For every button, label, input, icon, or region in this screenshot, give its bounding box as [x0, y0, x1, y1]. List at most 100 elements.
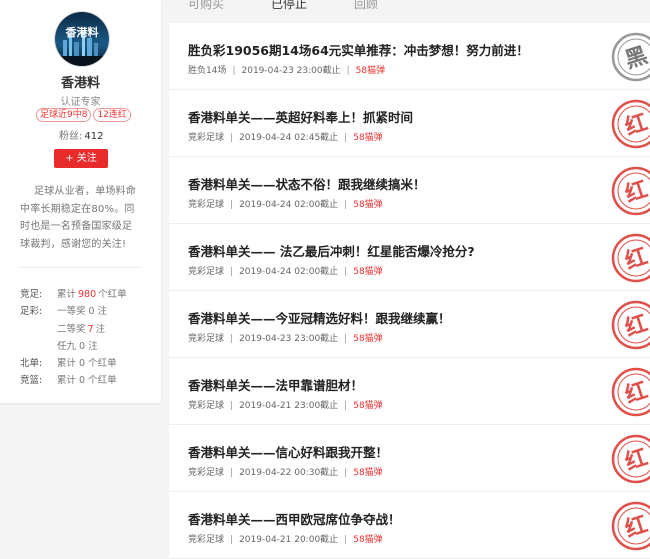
- plan-price: 58猫弹: [353, 200, 383, 210]
- stat-label: 足彩:: [20, 306, 43, 318]
- stat-value: 累计 0 个红单: [57, 375, 117, 387]
- plan-category: 竞彩足球: [188, 401, 225, 411]
- avatar[interactable]: 香港料: [54, 11, 110, 67]
- plan-deadline: 2019-04-21 23:00截止: [239, 401, 339, 411]
- result-stamp-red-icon: 红: [611, 99, 650, 149]
- svg-text:红: 红: [622, 511, 650, 543]
- stat-value: 累计 980 个红单: [57, 289, 127, 300]
- fans-value: 412: [84, 131, 104, 142]
- svg-text:香港料: 香港料: [65, 25, 99, 39]
- plan-title[interactable]: 香港料单关——状态不俗！跟我继续搞米！: [188, 174, 426, 193]
- plan-deadline: 2019-04-22 00:30截止: [239, 468, 339, 478]
- stat-row: 任九 0 注: [20, 338, 127, 355]
- tab-available[interactable]: 可购买: [188, 0, 224, 12]
- status-tabs: 可购买 已停止 回顾: [188, 0, 425, 12]
- list-item[interactable]: 香港料单关——法甲靠谱胆材！ 竞彩足球 | 2019-04-21 23:00截止 | 5…: [169, 358, 650, 425]
- result-stamp-red-icon: 红: [611, 501, 650, 551]
- stat-value: 累计 0 个红单: [57, 358, 117, 370]
- list-item[interactable]: 香港料单关——西甲欧冠席位争夺战！ 竞彩足球 | 2019-04-21 20:00截…: [169, 492, 650, 559]
- fans-label: 粉丝:: [59, 131, 83, 142]
- stat-value: 一等奖 0 注: [57, 306, 108, 318]
- stat-label: 竞足:: [20, 289, 43, 300]
- plan-category: 竞彩足球: [188, 468, 225, 478]
- plan-meta: 竞彩足球 | 2019-04-24 02:00截止 | 58猫弹: [188, 267, 383, 277]
- plan-deadline: 2019-04-24 02:00截止: [239, 267, 339, 277]
- plan-meta: 竞彩足球 | 2019-04-21 23:00截止 | 58猫弹: [188, 401, 383, 411]
- expert-profile-card: 香港料 香港料 认证专家 足球近9中8 12连红 粉丝: 412 + 关注 足球从…: [0, 0, 161, 403]
- plan-meta: 胜负14场 | 2019-04-23 23:00截止 | 58猫弹: [188, 66, 386, 76]
- stat-label: 竞篮:: [20, 375, 43, 387]
- plan-title[interactable]: 香港料单关—— 法乙最后冲刺！红星能否爆冷抢分?: [188, 241, 475, 260]
- result-stamp-black-icon: 黑: [611, 32, 650, 82]
- record-tag: 足球近9中8: [36, 108, 92, 122]
- result-stamp-red-icon: 红: [611, 166, 650, 216]
- plan-title[interactable]: 香港料单关——信心好料跟我开整！: [188, 442, 388, 461]
- plan-deadline: 2019-04-23 23:00截止: [239, 334, 339, 344]
- list-item[interactable]: 香港料单关——英超好料奉上！抓紧时间 竞彩足球 | 2019-04-24 02:45…: [169, 90, 650, 157]
- record-stats: 竞足: 累计 980 个红单 足彩: 一等奖 0 注 二等奖 7 注 任九 0 注 北单…: [20, 286, 127, 390]
- record-tag: 12连红: [93, 108, 131, 122]
- list-item[interactable]: 香港料单关——信心好料跟我开整！ 竞彩足球 | 2019-04-22 00:30截止…: [169, 425, 650, 492]
- list-item[interactable]: 香港料单关——状态不俗！跟我继续搞米！ 竞彩足球 | 2019-04-24 02:0…: [169, 157, 650, 224]
- stat-row: 北单: 累计 0 个红单: [20, 355, 127, 372]
- svg-text:红: 红: [622, 176, 650, 208]
- svg-text:红: 红: [622, 243, 650, 275]
- plan-price: 58猫弹: [355, 66, 386, 76]
- plan-title[interactable]: 香港料单关——今亚冠精选好料！跟我继续赢！: [188, 308, 451, 327]
- stat-row: 二等奖 7 注: [20, 321, 127, 338]
- list-item[interactable]: 香港料单关——今亚冠精选好料！跟我继续赢！ 竞彩足球 | 2019-04-23 23…: [169, 291, 650, 358]
- plan-title[interactable]: 香港料单关——英超好料奉上！抓紧时间: [188, 107, 413, 126]
- follow-button[interactable]: + 关注: [54, 149, 108, 168]
- svg-text:红: 红: [622, 444, 650, 476]
- record-tags: 足球近9中8 12连红: [36, 108, 131, 122]
- plan-category: 竞彩足球: [188, 334, 225, 344]
- stat-value: 任九 0 注: [57, 340, 98, 352]
- plan-price: 58猫弹: [353, 468, 383, 478]
- list-item[interactable]: 香港料单关—— 法乙最后冲刺！红星能否爆冷抢分? 竞彩足球 | 2019-04-24…: [169, 224, 650, 291]
- plan-price: 58猫弹: [353, 535, 383, 545]
- plan-price: 58猫弹: [353, 401, 383, 411]
- result-stamp-red-icon: 红: [611, 434, 650, 484]
- list-item[interactable]: 胜负彩19056期14场64元实单推荐：冲击梦想！努力前进！ 胜负14场 | 201…: [169, 23, 650, 90]
- plan-title[interactable]: 香港料单关——法甲靠谱胆材！: [188, 375, 363, 394]
- plan-price: 58猫弹: [353, 334, 383, 344]
- plan-price: 58猫弹: [353, 267, 383, 277]
- plan-meta: 竞彩足球 | 2019-04-23 23:00截止 | 58猫弹: [188, 334, 383, 344]
- plan-list: 胜负彩19056期14场64元实单推荐：冲击梦想！努力前进！ 胜负14场 | 201…: [169, 23, 650, 559]
- stat-row: 竞篮: 累计 0 个红单: [20, 372, 127, 389]
- stat-row: 竞足: 累计 980 个红单: [20, 286, 127, 303]
- tab-review[interactable]: 回顾: [354, 0, 378, 12]
- expert-name: 香港料: [60, 76, 100, 91]
- plan-deadline: 2019-04-24 02:45截止: [239, 133, 339, 143]
- plan-category: 竞彩足球: [188, 200, 225, 210]
- plan-deadline: 2019-04-23 23:00截止: [241, 66, 341, 76]
- stat-label: [20, 321, 57, 338]
- plan-meta: 竞彩足球 | 2019-04-22 00:30截止 | 58猫弹: [188, 468, 383, 478]
- plan-meta: 竞彩足球 | 2019-04-24 02:00截止 | 58猫弹: [188, 200, 383, 210]
- result-stamp-red-icon: 红: [611, 367, 650, 417]
- avatar-image: 香港料: [55, 12, 109, 66]
- plan-category: 竞彩足球: [188, 267, 225, 277]
- stat-row: 足彩: 一等奖 0 注: [20, 303, 127, 320]
- stat-label: [20, 338, 57, 355]
- plan-category: 竞彩足球: [188, 535, 225, 545]
- plan-category: 竞彩足球: [188, 133, 225, 143]
- plan-price: 58猫弹: [353, 133, 383, 143]
- plan-title[interactable]: 香港料单关——西甲欧冠席位争夺战！: [188, 509, 401, 528]
- divider: [20, 267, 140, 268]
- plan-category: 胜负14场: [188, 66, 227, 76]
- tab-stopped[interactable]: 已停止: [271, 0, 307, 12]
- plan-title[interactable]: 胜负彩19056期14场64元实单推荐：冲击梦想！努力前进！: [188, 40, 529, 59]
- svg-text:红: 红: [622, 310, 650, 342]
- svg-text:红: 红: [622, 377, 650, 409]
- plan-meta: 竞彩足球 | 2019-04-24 02:45截止 | 58猫弹: [188, 133, 383, 143]
- stat-label: 北单:: [20, 358, 43, 370]
- result-stamp-red-icon: 红: [611, 233, 650, 283]
- fans-count: 粉丝: 412: [59, 127, 103, 142]
- svg-text:黑: 黑: [622, 43, 650, 74]
- plan-deadline: 2019-04-21 20:00截止: [239, 535, 339, 545]
- plan-deadline: 2019-04-24 02:00截止: [239, 200, 339, 210]
- expert-bio: 足球从业者，单场料命中率长期稳定在80%。同时也是一名预备国家级足球裁判，感谢您…: [20, 186, 136, 250]
- result-stamp-red-icon: 红: [611, 300, 650, 350]
- stat-value: 二等奖 7 注: [57, 323, 106, 335]
